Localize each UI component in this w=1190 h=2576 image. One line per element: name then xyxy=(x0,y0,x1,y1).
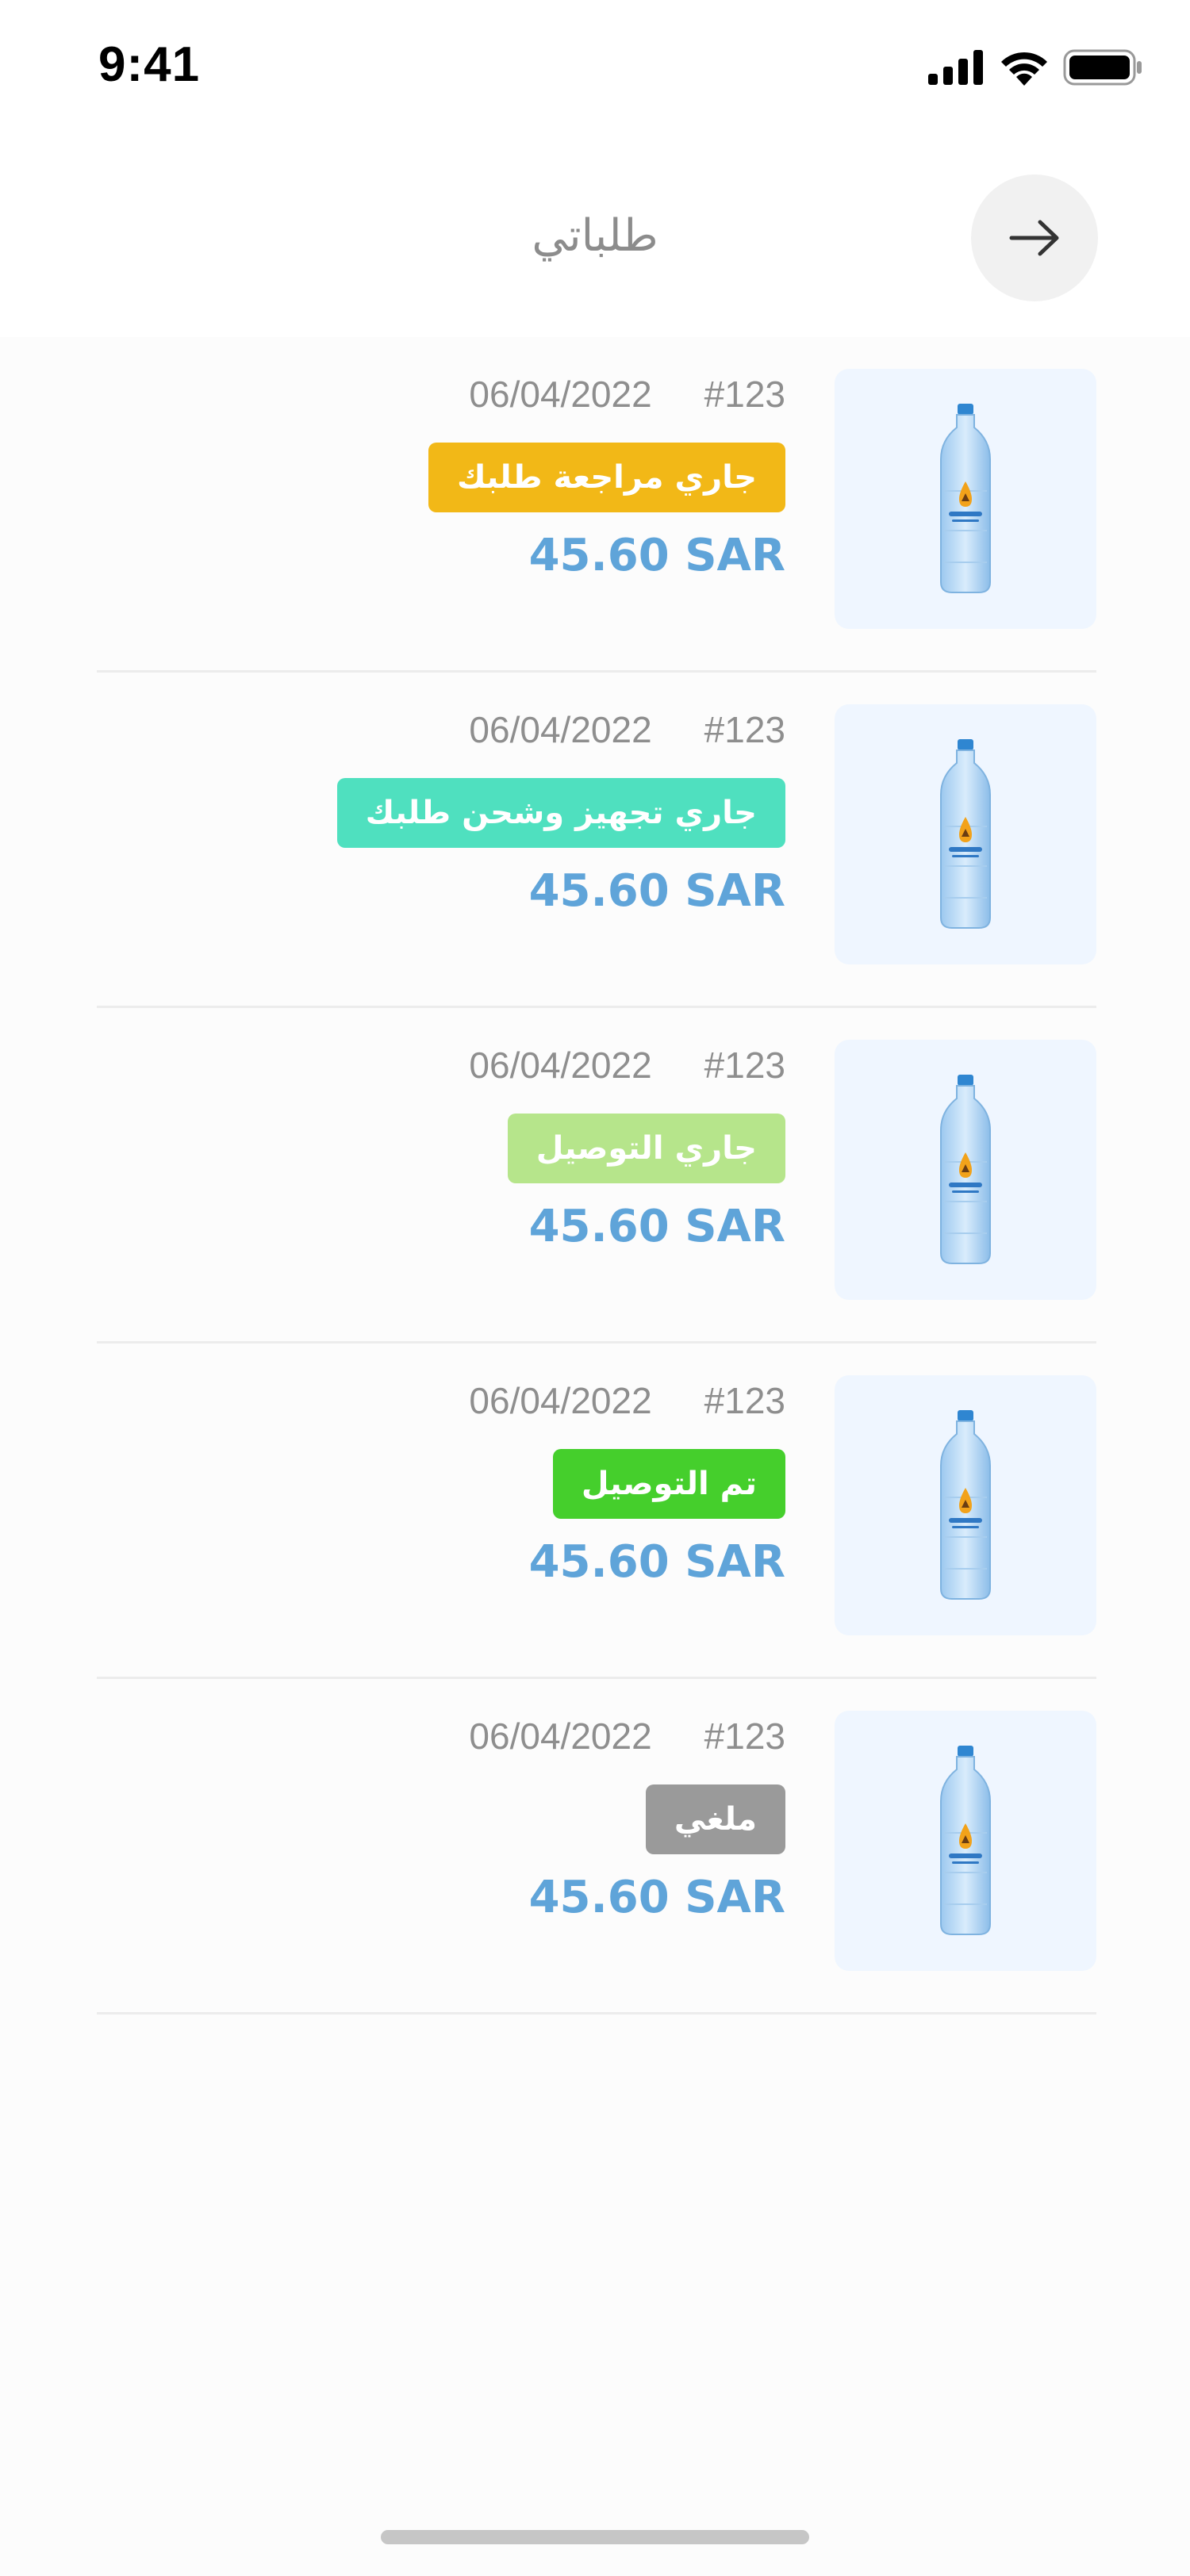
status-badge: جاري مراجعة طلبك xyxy=(428,443,785,512)
order-number: #123 xyxy=(704,374,785,415)
water-bottle-icon xyxy=(940,739,991,929)
arrow-right-icon xyxy=(1009,220,1059,256)
water-bottle-icon xyxy=(940,404,991,593)
status-badge: تم التوصيل xyxy=(552,1449,785,1519)
product-thumbnail xyxy=(835,1711,1096,1971)
water-bottle-icon xyxy=(940,1746,991,1935)
orders-list: 06/04/2022 #123 جاري مراجعة طلبك 45.60 S… xyxy=(97,337,1096,2014)
order-date: 06/04/2022 xyxy=(469,709,652,750)
order-number: #123 xyxy=(704,1380,785,1421)
status-badge: جاري تجهيز وشحن طلبك xyxy=(336,778,785,848)
order-date: 06/04/2022 xyxy=(469,1045,652,1086)
order-item[interactable]: 06/04/2022 #123 تم التوصيل 45.60 SAR xyxy=(97,1344,1096,1679)
order-item[interactable]: 06/04/2022 #123 جاري مراجعة طلبك 45.60 S… xyxy=(97,337,1096,673)
order-number: #123 xyxy=(704,1715,785,1757)
order-date: 06/04/2022 xyxy=(469,374,652,415)
water-bottle-icon xyxy=(940,1410,991,1600)
water-bottle-icon xyxy=(940,1075,991,1264)
order-price: 45.60 SAR xyxy=(528,1872,785,1923)
status-badge: جاري التوصيل xyxy=(507,1114,785,1183)
order-meta: 06/04/2022 #123 xyxy=(469,1715,785,1758)
product-thumbnail xyxy=(835,1375,1096,1635)
product-thumbnail xyxy=(835,704,1096,964)
order-item[interactable]: 06/04/2022 #123 ملغي 45.60 SAR xyxy=(97,1679,1096,2014)
order-item[interactable]: 06/04/2022 #123 جاري تجهيز وشحن طلبك 45.… xyxy=(97,673,1096,1008)
product-thumbnail xyxy=(835,369,1096,629)
order-meta: 06/04/2022 #123 xyxy=(469,373,785,416)
back-button[interactable] xyxy=(971,174,1098,301)
status-time: 9:41 xyxy=(98,37,201,92)
status-icons xyxy=(928,49,1142,86)
home-indicator[interactable] xyxy=(381,2530,809,2544)
product-thumbnail xyxy=(835,1040,1096,1300)
order-meta: 06/04/2022 #123 xyxy=(469,1379,785,1422)
cellular-signal-icon xyxy=(928,50,983,85)
order-date: 06/04/2022 xyxy=(469,1715,652,1757)
status-badge: ملغي xyxy=(645,1784,785,1854)
order-number: #123 xyxy=(704,1045,785,1086)
order-date: 06/04/2022 xyxy=(469,1380,652,1421)
order-price: 45.60 SAR xyxy=(528,1536,785,1588)
order-price: 45.60 SAR xyxy=(528,1201,785,1252)
order-meta: 06/04/2022 #123 xyxy=(469,1044,785,1087)
battery-icon xyxy=(1063,49,1142,86)
order-price: 45.60 SAR xyxy=(528,530,785,581)
order-price: 45.60 SAR xyxy=(528,865,785,917)
order-number: #123 xyxy=(704,709,785,750)
wifi-icon xyxy=(1001,52,1047,86)
header: طلباتي xyxy=(0,143,1190,337)
order-meta: 06/04/2022 #123 xyxy=(469,708,785,751)
status-bar: 9:41 xyxy=(0,0,1190,143)
order-item[interactable]: 06/04/2022 #123 جاري التوصيل 45.60 SAR xyxy=(97,1008,1096,1344)
